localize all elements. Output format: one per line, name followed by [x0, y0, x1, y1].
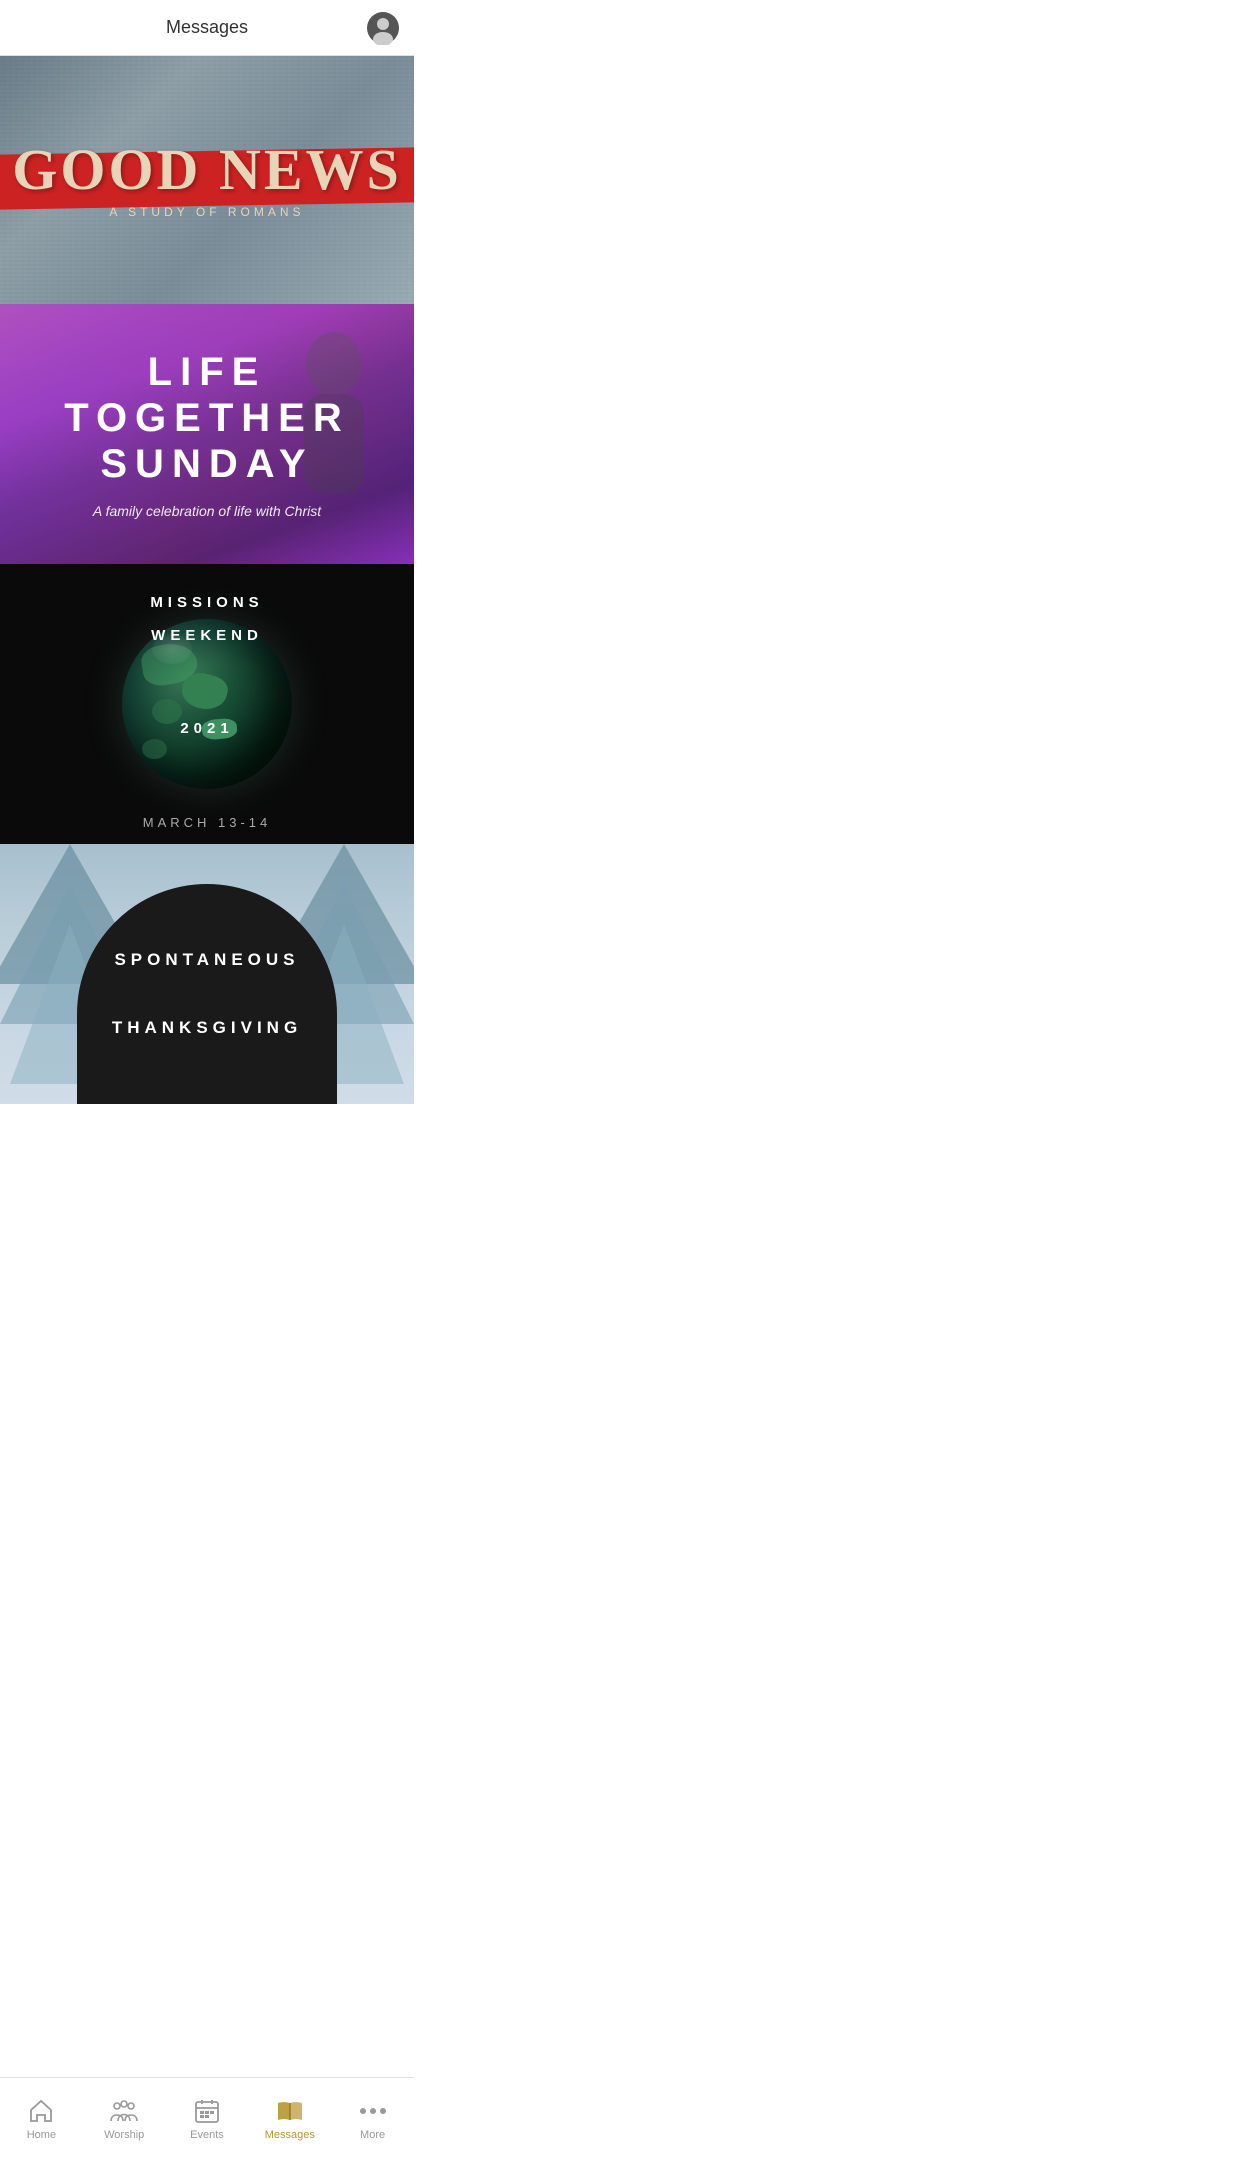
nav-label-more: More	[360, 2129, 385, 2141]
nav-label-worship: Worship	[104, 2129, 144, 2141]
life-together-subtitle: A family celebration of life with Christ	[64, 503, 350, 519]
home-icon	[27, 2097, 55, 2125]
nav-label-messages: Messages	[265, 2129, 315, 2141]
card-life-together[interactable]: LIFE TOGETHER SUNDAY A family celebratio…	[0, 304, 414, 564]
missions-title-line3: 2021	[0, 712, 414, 745]
nav-label-events: Events	[190, 2129, 224, 2141]
missions-date: MARCH 13-14	[0, 814, 414, 832]
content-area: GOOD NEWS A STUDY OF ROMANS LIFE TOGETHE…	[0, 56, 414, 1186]
card-missions[interactable]: MISSIONS WEEKEND 2021 MARCH 13-14	[0, 564, 414, 844]
header: Messages	[0, 0, 414, 56]
nav-item-home[interactable]: Home	[0, 2078, 83, 2159]
worship-icon	[110, 2097, 138, 2125]
life-together-title: LIFE TOGETHER SUNDAY	[64, 349, 350, 487]
more-icon	[359, 2097, 387, 2125]
thanksgiving-title: SPONTANEOUS THANKSGIVING	[112, 943, 302, 1045]
bottom-nav: Home Worship	[0, 2077, 414, 2159]
messages-icon	[276, 2097, 304, 2125]
card-good-news[interactable]: GOOD NEWS A STUDY OF ROMANS	[0, 56, 414, 304]
nav-item-messages[interactable]: Messages	[248, 2078, 331, 2159]
events-icon	[193, 2097, 221, 2125]
nav-item-worship[interactable]: Worship	[83, 2078, 166, 2159]
missions-title-line2: WEEKEND	[0, 619, 414, 652]
good-news-title: GOOD NEWS	[12, 137, 402, 202]
nav-item-events[interactable]: Events	[166, 2078, 249, 2159]
card-thanksgiving[interactable]: SPONTANEOUS THANKSGIVING	[0, 844, 414, 1104]
profile-avatar-button[interactable]	[366, 11, 400, 45]
missions-title-line1: MISSIONS	[0, 586, 414, 619]
good-news-subtitle: A STUDY OF ROMANS	[109, 205, 304, 219]
nav-label-home: Home	[27, 2129, 56, 2141]
page-title: Messages	[166, 17, 248, 38]
nav-item-more[interactable]: More	[331, 2078, 414, 2159]
